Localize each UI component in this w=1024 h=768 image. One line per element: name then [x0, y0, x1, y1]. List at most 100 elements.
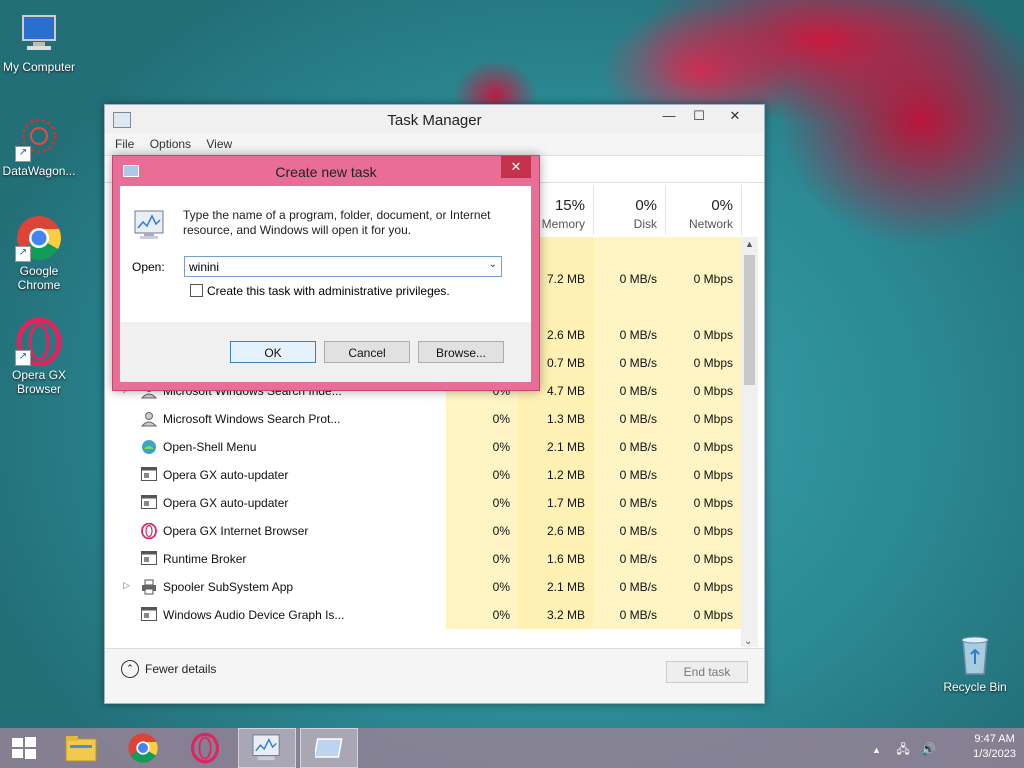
cpu-cell: 0%: [446, 573, 518, 601]
taskbar-opera-gx[interactable]: [176, 728, 234, 768]
disk-cell: 0 MB/s: [593, 545, 665, 573]
opera-gx-icon: ↗: [15, 317, 63, 367]
admin-privileges-checkbox[interactable]: Create this task with administrative pri…: [190, 283, 450, 298]
maximize-button[interactable]: ☐: [684, 105, 714, 127]
shortcut-arrow-icon: ↗: [15, 146, 31, 162]
desktop-icon-recycle-bin[interactable]: Recycle Bin: [933, 630, 1017, 694]
menu-options[interactable]: Options: [150, 133, 191, 155]
process-name: Windows Audio Device Graph Is...: [163, 608, 345, 622]
dialog-title-bar[interactable]: Create new task ✕: [113, 156, 539, 186]
open-label: Open:: [132, 260, 165, 274]
fewer-details-button[interactable]: ⌃ Fewer details: [121, 660, 216, 678]
table-row[interactable]: Opera GX Internet Browser 0% 2.6 MB 0 MB/s 0…: [105, 517, 741, 545]
disk-cell: 0 MB/s: [593, 349, 665, 377]
network-cell: 0 Mbps: [665, 545, 741, 573]
cancel-button[interactable]: Cancel: [324, 341, 410, 363]
desktop-icon-label: Google Chrome: [17, 264, 61, 292]
network-cell: 0 Mbps: [665, 517, 741, 545]
desktop-icon-datawagon[interactable]: ↗ DataWagon...: [0, 114, 81, 178]
show-hidden-icons-icon[interactable]: ▲: [872, 745, 881, 755]
app-window-icon: [141, 495, 157, 509]
desktop-icon-google-chrome[interactable]: ↗ Google Chrome: [0, 214, 81, 292]
open-input[interactable]: [185, 257, 483, 276]
memory-cell: 2.6 MB: [518, 517, 593, 545]
clock-time: 9:47 AM: [974, 733, 1015, 745]
taskbar-file-explorer[interactable]: [52, 728, 110, 768]
network-cell: 0 Mbps: [665, 573, 741, 601]
taskbar-chrome[interactable]: [114, 728, 172, 768]
ok-button[interactable]: OK: [230, 341, 316, 363]
end-task-button[interactable]: End task: [666, 661, 748, 683]
disk-cell: 0 MB/s: [593, 265, 665, 293]
expand-chevron-icon[interactable]: ▷: [123, 580, 130, 591]
memory-cell: 1.2 MB: [518, 461, 593, 489]
title-bar[interactable]: Task Manager — ☐ ✕: [105, 105, 764, 133]
minimize-button[interactable]: —: [654, 105, 684, 127]
cpu-cell: 0%: [446, 433, 518, 461]
scrollbar-thumb[interactable]: [744, 255, 755, 385]
table-row[interactable]: Microsoft Windows Search Prot... 0% 1.3 MB…: [105, 405, 741, 433]
taskbar-task-manager[interactable]: [238, 728, 296, 768]
opera-gx-icon: [190, 732, 220, 764]
printer-icon: [141, 579, 157, 595]
app-window-icon: [141, 551, 157, 565]
table-row[interactable]: Open-Shell Menu 0% 2.1 MB 0 MB/s 0 Mbps: [105, 433, 741, 461]
cpu-cell: 0%: [446, 545, 518, 573]
scroll-down-icon[interactable]: ⌄: [744, 636, 752, 647]
memory-cell: 2.1 MB: [518, 573, 593, 601]
start-button[interactable]: [0, 728, 48, 768]
desktop-icon-opera-gx[interactable]: ↗ Opera GX Browser: [0, 317, 81, 396]
network-icon[interactable]: 🖧: [896, 742, 909, 756]
memory-cell: 1.3 MB: [518, 405, 593, 433]
disk-cell: 0 MB/s: [593, 517, 665, 545]
user-icon: [140, 411, 158, 427]
shortcut-arrow-icon: ↗: [15, 246, 31, 262]
process-name: Spooler SubSystem App: [163, 580, 294, 594]
process-name: Opera GX Internet Browser: [163, 524, 309, 538]
table-row[interactable]: Windows Audio Device Graph Is... 0% 3.2 MB…: [105, 601, 741, 629]
checkbox-icon[interactable]: [190, 284, 203, 298]
column-header-network[interactable]: 0% Network: [665, 185, 742, 235]
network-cell: 0 Mbps: [665, 321, 741, 349]
network-cell: 0 Mbps: [665, 377, 741, 405]
network-cell: 0 Mbps: [665, 489, 741, 517]
disk-cell: 0 MB/s: [593, 601, 665, 629]
table-row[interactable]: Opera GX auto-updater 0% 1.7 MB 0 MB/s 0 Mbp…: [105, 489, 741, 517]
chevron-down-icon[interactable]: ⌄: [489, 259, 497, 270]
menu-file[interactable]: File: [115, 133, 134, 155]
disk-cell: 0 MB/s: [593, 433, 665, 461]
dialog-close-button[interactable]: ✕: [501, 156, 531, 178]
process-name: Microsoft Windows Search Prot...: [163, 412, 341, 426]
browse-button[interactable]: Browse...: [418, 341, 504, 363]
process-name: Opera GX auto-updater: [163, 496, 289, 510]
app-window-icon: [141, 467, 157, 481]
menu-bar: File Options View: [105, 133, 764, 156]
dialog-title: Create new task: [275, 164, 377, 180]
network-label: Network: [688, 217, 733, 231]
network-cell: 0 Mbps: [665, 405, 741, 433]
disk-label: Disk: [633, 217, 657, 231]
disk-cell: 0 MB/s: [593, 377, 665, 405]
task-manager-graph-icon: [134, 210, 166, 243]
taskbar: ▲ 🖧 🔊 9:47 AM 1/3/2023: [0, 728, 1024, 768]
open-combobox[interactable]: ⌄: [184, 256, 502, 277]
column-header-disk[interactable]: 0% Disk: [593, 185, 666, 235]
process-name: Runtime Broker: [163, 552, 247, 566]
table-row[interactable]: ▷ Spooler SubSystem App 0% 2.1 MB 0 MB/s 0 Mb…: [105, 573, 741, 601]
memory-cell: 1.6 MB: [518, 545, 593, 573]
desktop-icon-label: Opera GX Browser: [11, 368, 67, 396]
menu-view[interactable]: View: [206, 133, 232, 155]
clock[interactable]: 9:47 AM 1/3/2023: [973, 732, 1016, 762]
create-new-task-dialog: Create new task ✕ Type the name of a pro…: [112, 155, 540, 391]
folder-icon: [65, 736, 97, 762]
scroll-up-icon[interactable]: ▲: [745, 239, 754, 249]
table-row[interactable]: Runtime Broker 0% 1.6 MB 0 MB/s 0 Mbps: [105, 545, 741, 573]
table-row[interactable]: Opera GX auto-updater 0% 1.2 MB 0 MB/s 0 Mbp…: [105, 461, 741, 489]
disk-cell: 0 MB/s: [593, 405, 665, 433]
volume-icon[interactable]: 🔊: [921, 742, 936, 756]
close-button[interactable]: ✕: [720, 105, 750, 127]
vertical-scrollbar[interactable]: ▲ ⌄: [741, 237, 758, 647]
windows-logo-icon: [12, 737, 36, 759]
taskbar-run-dialog[interactable]: [300, 728, 358, 768]
desktop-icon-my-computer[interactable]: My Computer: [0, 10, 81, 74]
